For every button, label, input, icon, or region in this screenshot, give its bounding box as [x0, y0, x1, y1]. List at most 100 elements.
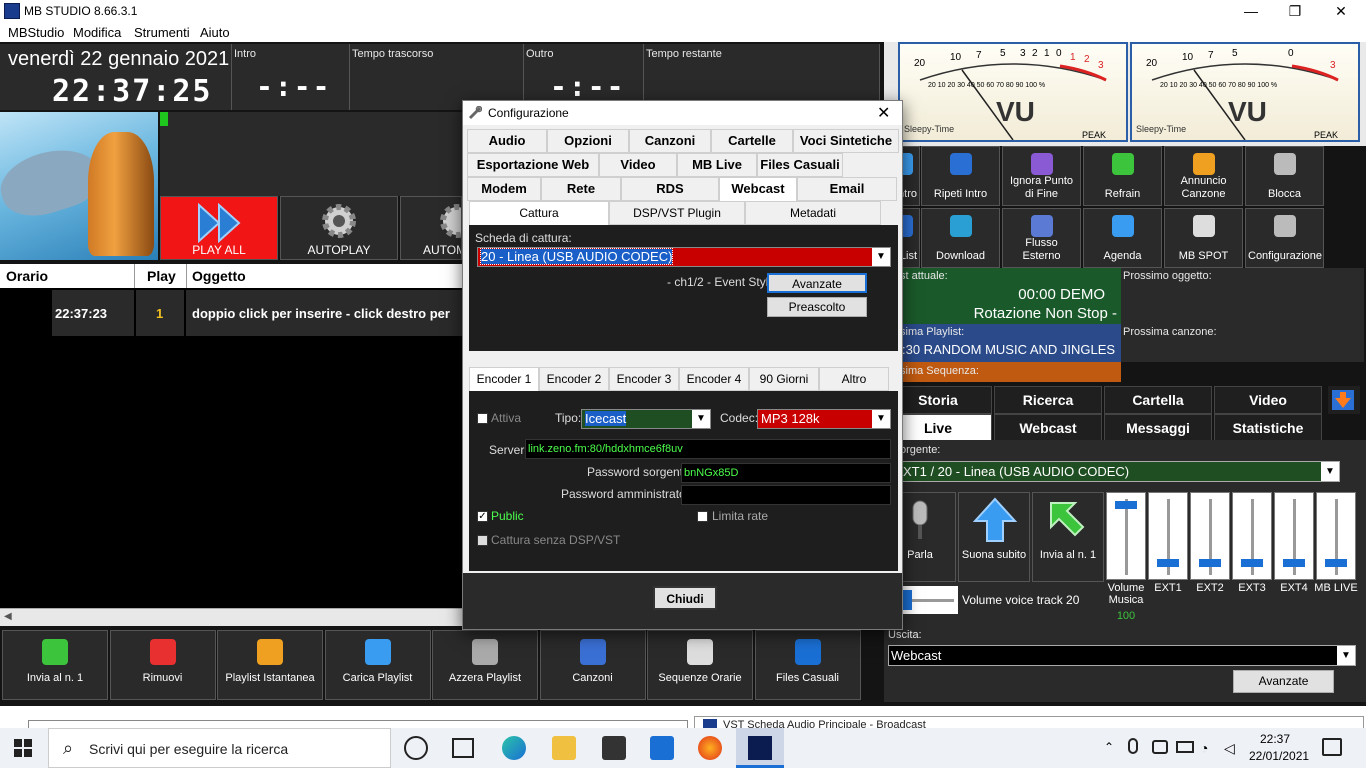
- encoder-tab-altro[interactable]: Altro: [819, 367, 889, 391]
- config-tab-cartelle[interactable]: Cartelle: [711, 129, 793, 153]
- chevron-up-icon[interactable]: ⌃: [1104, 740, 1114, 754]
- live-advanced-button[interactable]: Avanzate: [1233, 670, 1334, 693]
- capture-select[interactable]: 20 - Linea (USB AUDIO CODEC) ▼: [477, 247, 891, 267]
- tab-ricerca[interactable]: Ricerca: [994, 386, 1102, 414]
- toolbar-button-playlist-istantanea[interactable]: Playlist Istantanea: [217, 630, 323, 700]
- toolbar-button-rimuovi[interactable]: Rimuovi: [109, 630, 216, 700]
- config-tab-files-casuali[interactable]: Files Casuali: [757, 153, 843, 177]
- fader-thumb[interactable]: [1325, 559, 1347, 567]
- col-oggetto[interactable]: Oggetto: [192, 268, 246, 284]
- config-tab-esportazione-web[interactable]: Esportazione Web: [467, 153, 599, 177]
- clock-date[interactable]: 22/01/2021: [1249, 749, 1309, 763]
- control-button-mb-spot[interactable]: MB SPOT: [1164, 208, 1243, 268]
- toolbar-button-canzoni[interactable]: Canzoni: [539, 630, 646, 700]
- encoder-tab-encoder-4[interactable]: Encoder 4: [679, 367, 749, 391]
- control-button-refrain[interactable]: Refrain: [1083, 146, 1162, 206]
- config-tab-mb-live[interactable]: MB Live: [677, 153, 757, 177]
- clock-time[interactable]: 22:37: [1260, 732, 1290, 746]
- close-dialog-button[interactable]: Chiudi: [653, 586, 717, 610]
- col-play[interactable]: Play: [147, 268, 176, 284]
- tab-video[interactable]: Video: [1214, 386, 1322, 414]
- config-subtab-cattura[interactable]: Cattura: [469, 201, 609, 225]
- config-tab-rds[interactable]: RDS: [621, 177, 719, 201]
- fader-thumb[interactable]: [1283, 559, 1305, 567]
- menu-aiuto[interactable]: Aiuto: [200, 25, 230, 40]
- mbstudio-taskbar-button[interactable]: [736, 728, 784, 768]
- menu-strumenti[interactable]: Strumenti: [134, 25, 190, 40]
- horizontal-scrollbar[interactable]: ◀: [0, 608, 462, 626]
- notifications-icon[interactable]: [1322, 738, 1342, 756]
- send-first-live-button[interactable]: Invia al n. 1: [1032, 492, 1104, 582]
- limit-rate-checkbox[interactable]: [697, 511, 708, 522]
- server-field[interactable]: link.zeno.fm:80/hddxhmce6f8uv: [525, 439, 891, 459]
- control-button-configurazione[interactable]: Configurazione: [1245, 208, 1324, 268]
- minimize-button[interactable]: —: [1228, 0, 1274, 22]
- dialog-close-icon[interactable]: ✕: [877, 103, 890, 123]
- fader-thumb[interactable]: [1115, 501, 1137, 509]
- codec-select[interactable]: MP3 128k ▼: [757, 409, 891, 429]
- toolbar-button-azzera-playlist[interactable]: Azzera Playlist: [432, 630, 538, 700]
- close-window-button[interactable]: ✕: [1318, 0, 1364, 22]
- background-vst-window[interactable]: VST Scheda Audio Principale - Broadcast: [694, 716, 1364, 728]
- play-now-button[interactable]: Suona subito: [958, 492, 1030, 582]
- control-button-annuncio-canzone[interactable]: Annuncio Canzone: [1164, 146, 1243, 206]
- voice-track-thumb[interactable]: [902, 590, 912, 610]
- fader-thumb[interactable]: [1241, 559, 1263, 567]
- config-subtab-dsp-vst-plugin[interactable]: DSP/VST Plugin: [609, 201, 745, 225]
- config-subtab-metadati[interactable]: Metadati: [745, 201, 881, 225]
- fader-ext2[interactable]: [1190, 492, 1230, 580]
- table-row[interactable]: 22:37:23 1 doppio click per inserire - c…: [0, 290, 462, 336]
- fader-ext1[interactable]: [1148, 492, 1188, 580]
- control-button-download[interactable]: Download: [921, 208, 1000, 268]
- file-explorer-icon[interactable]: [552, 736, 576, 760]
- config-tab-canzoni[interactable]: Canzoni: [629, 129, 711, 153]
- config-tab-webcast[interactable]: Webcast: [719, 177, 797, 201]
- no-dsp-checkbox[interactable]: [477, 535, 488, 546]
- config-tab-video[interactable]: Video: [599, 153, 677, 177]
- config-tab-opzioni[interactable]: Opzioni: [547, 129, 629, 153]
- fader-ext3[interactable]: [1232, 492, 1272, 580]
- fader-thumb[interactable]: [1157, 559, 1179, 567]
- toolbar-button-invia-al-n-1[interactable]: Invia al n. 1: [2, 630, 108, 700]
- search-box[interactable]: ⌕ Scrivi qui per eseguire la ricerca: [48, 728, 391, 768]
- mail-icon[interactable]: [650, 736, 674, 760]
- task-switch-icon[interactable]: [452, 738, 474, 758]
- encoder-tab-encoder-1[interactable]: Encoder 1: [469, 367, 539, 391]
- edge-icon[interactable]: [502, 736, 526, 760]
- battery-icon[interactable]: [1176, 741, 1194, 753]
- menu-modifica[interactable]: Modifica: [73, 25, 121, 40]
- config-tab-email[interactable]: Email: [797, 177, 897, 201]
- task-view-icon[interactable]: [404, 736, 428, 760]
- prelisten-button[interactable]: Preascolto: [767, 297, 867, 317]
- active-checkbox[interactable]: [477, 413, 488, 424]
- encoder-tab-encoder-2[interactable]: Encoder 2: [539, 367, 609, 391]
- control-button-flusso-esterno[interactable]: Flusso Esterno: [1002, 208, 1081, 268]
- firefox-icon[interactable]: [698, 736, 722, 760]
- source-select[interactable]: XT1 / 20 - Linea (USB AUDIO CODEC) ▼: [900, 461, 1340, 482]
- source-password-field[interactable]: bnNGx85D: [681, 463, 891, 483]
- wifi-icon[interactable]: ◔: [1200, 740, 1208, 756]
- public-checkbox[interactable]: ✓: [477, 511, 488, 522]
- encoder-tab-90-giorni[interactable]: 90 Giorni: [749, 367, 819, 391]
- config-tab-audio[interactable]: Audio: [467, 129, 547, 153]
- scroll-left-icon[interactable]: ◀: [4, 611, 12, 622]
- config-tab-voci-sintetiche[interactable]: Voci Sintetiche: [793, 129, 899, 153]
- menu-mbstudio[interactable]: MBStudio: [8, 25, 64, 40]
- control-button-ignora-punto-di-fine[interactable]: Ignora Punto di Fine: [1002, 146, 1081, 206]
- restore-button[interactable]: ❐: [1272, 0, 1318, 22]
- control-button-ripeti-intro[interactable]: Ripeti Intro: [921, 146, 1000, 206]
- volume-icon[interactable]: ◁: [1224, 740, 1235, 757]
- output-select[interactable]: Webcast ▼: [888, 645, 1356, 666]
- tab-messaggi[interactable]: Messaggi: [1104, 414, 1212, 442]
- windows-start-icon[interactable]: [14, 739, 32, 757]
- toolbar-button-carica-playlist[interactable]: Carica Playlist: [324, 630, 431, 700]
- fader-mb-live[interactable]: [1316, 492, 1356, 580]
- admin-password-field[interactable]: [681, 485, 891, 505]
- play-all-button[interactable]: PLAY ALL: [160, 196, 278, 260]
- control-button-agenda[interactable]: Agenda: [1083, 208, 1162, 268]
- automix-button[interactable]: AUTOM: [400, 196, 462, 260]
- type-select[interactable]: Icecast ▼: [581, 409, 711, 429]
- fader-ext4[interactable]: [1274, 492, 1314, 580]
- camera-tray-icon[interactable]: [1152, 740, 1168, 754]
- tab-statistiche[interactable]: Statistiche: [1214, 414, 1322, 442]
